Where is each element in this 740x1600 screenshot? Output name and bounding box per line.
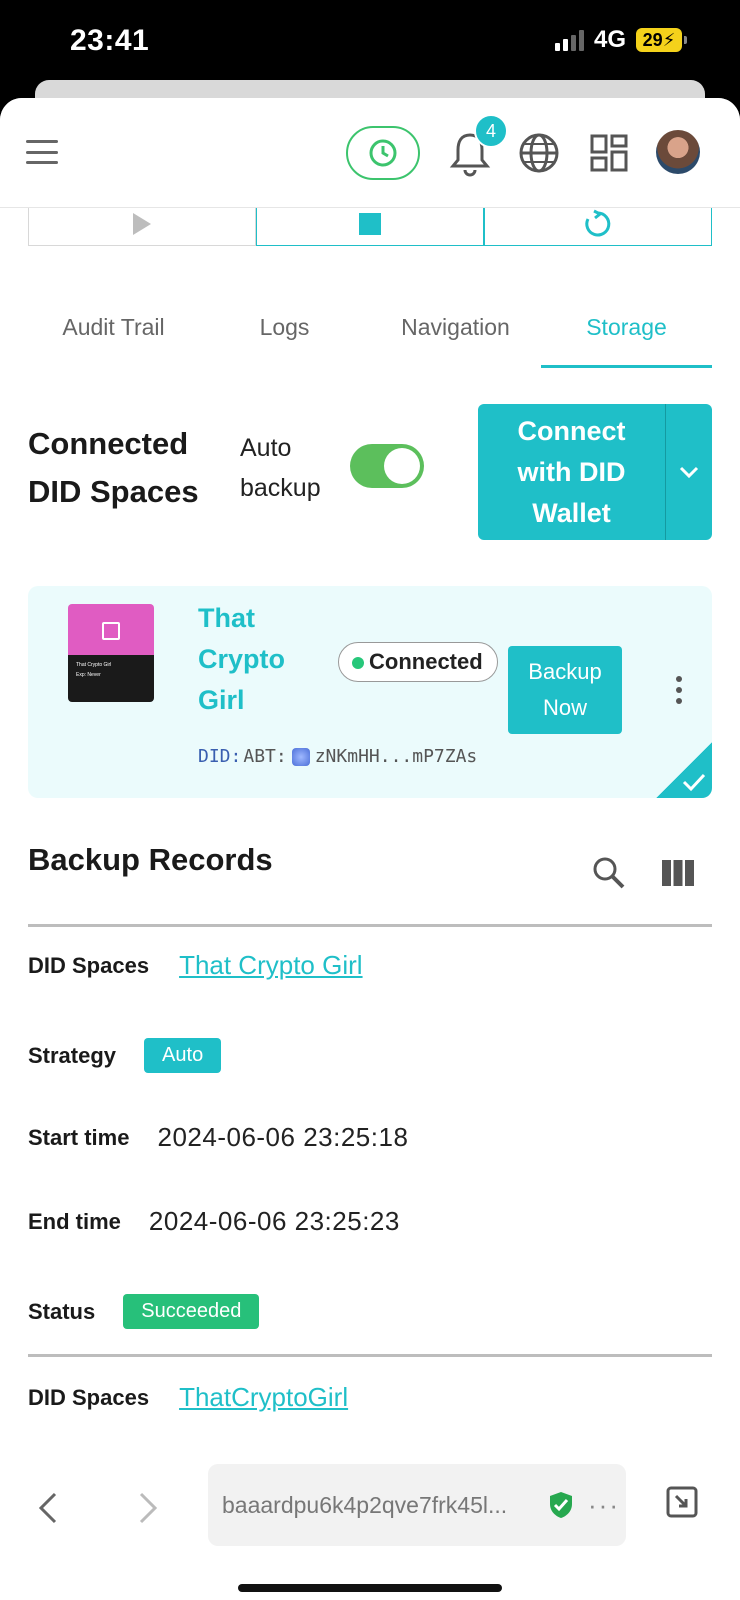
connect-options-dropdown[interactable]: [666, 404, 712, 540]
connect-did-wallet-button: Connect with DID Wallet: [478, 404, 712, 540]
auto-backup-text: Auto backup: [240, 434, 321, 502]
record-row-status: Status Succeeded: [28, 1294, 260, 1329]
chevron-down-icon: [679, 466, 699, 478]
home-indicator[interactable]: [238, 1584, 502, 1592]
stop-button[interactable]: [256, 202, 484, 246]
tab-bar: Audit Trail Logs Navigation Storage: [28, 304, 712, 368]
status-time: 23:41: [70, 24, 150, 57]
browser-toolbar: baaardpu6k4p2qve7frk45l... ···: [0, 1456, 740, 1600]
app-sheet: 4 Audit Trail Logs Navigation Storage Co…: [0, 98, 740, 1600]
notification-badge: 4: [474, 114, 508, 148]
record-row-end-time: End time 2024-06-06 23:25:23: [28, 1206, 400, 1237]
record-row-did-spaces: DID Spaces That Crypto Girl: [28, 950, 363, 981]
did-value: zNKmHH...mP7ZAs: [314, 746, 478, 767]
did-space-card: That Crypto Girl Exp: Never That Crypto …: [28, 586, 712, 798]
history-button[interactable]: [346, 126, 420, 180]
end-time-label: End time: [28, 1208, 121, 1234]
toggle-knob: [384, 448, 420, 484]
globe-icon[interactable]: [518, 132, 560, 174]
tab-storage[interactable]: Storage: [541, 304, 712, 368]
search-icon[interactable]: [592, 856, 626, 890]
status-indicators: 4G 29 ⚡: [554, 26, 687, 54]
apps-grid-icon[interactable]: [590, 134, 628, 172]
view-columns-icon[interactable]: [662, 860, 694, 886]
start-time-label: Start time: [28, 1124, 130, 1150]
more-options-icon[interactable]: [676, 676, 682, 704]
did-spaces-link[interactable]: ThatCryptoGirl: [179, 1382, 348, 1413]
record-row-start-time: Start time 2024-06-06 23:25:18: [28, 1122, 408, 1153]
network-type: 4G: [593, 26, 626, 53]
start-time-value: 2024-06-06 23:25:18: [157, 1122, 409, 1152]
restart-button[interactable]: [484, 202, 712, 246]
back-arrow-icon[interactable]: [38, 1492, 58, 1524]
battery-icon: 29 ⚡: [636, 28, 687, 52]
url-text: baaardpu6k4p2qve7frk45l...: [222, 1491, 508, 1518]
did-spaces-link[interactable]: That Crypto Girl: [179, 950, 363, 981]
check-icon: [682, 773, 706, 792]
tab-logs[interactable]: Logs: [199, 304, 370, 368]
did-spaces-label: DID Spaces: [28, 1384, 150, 1410]
address-bar[interactable]: baaardpu6k4p2qve7frk45l... ···: [208, 1464, 626, 1546]
did-space-logo-icon: [102, 622, 120, 640]
record-divider: [28, 924, 712, 927]
strategy-label: Strategy: [28, 1042, 117, 1068]
connected-did-spaces-heading: Connected DID Spaces: [28, 426, 199, 509]
did-avatar-icon: [291, 747, 310, 766]
record-divider: [28, 1354, 712, 1357]
menu-icon[interactable]: [26, 140, 58, 164]
connect-with-did-wallet[interactable]: Connect with DID Wallet: [478, 404, 666, 540]
end-time-value: 2024-06-06 23:25:23: [148, 1206, 400, 1236]
did-spaces-label: DID Spaces: [28, 952, 150, 978]
backup-now-button[interactable]: Backup Now: [508, 646, 622, 734]
backup-now-label: Backup Now: [528, 659, 602, 720]
tab-navigation[interactable]: Navigation: [370, 304, 541, 368]
verified-shield-icon: [550, 1492, 572, 1518]
selected-corner: [656, 742, 712, 798]
status-label: Status: [28, 1298, 96, 1324]
backup-records-title: Backup Records: [28, 842, 273, 877]
stop-icon: [359, 212, 381, 235]
connection-status-badge: Connected: [338, 642, 498, 682]
thumb-title: That Crypto Girl: [76, 662, 112, 668]
did-type: ABT:: [243, 746, 287, 767]
exit-fullscreen-icon[interactable]: [666, 1486, 698, 1518]
did-space-name[interactable]: That Crypto Girl: [198, 598, 318, 721]
did-address[interactable]: DID: ABT: zNKmHH...mP7ZAs: [198, 746, 477, 767]
record-row-strategy: Strategy Auto: [28, 1038, 222, 1073]
auto-backup-toggle[interactable]: [350, 444, 424, 488]
record-row-did-spaces: DID Spaces ThatCryptoGirl: [28, 1382, 348, 1413]
strategy-badge: Auto: [144, 1038, 222, 1073]
app-bar: 4: [0, 98, 740, 208]
status-badge: Succeeded: [123, 1294, 260, 1329]
play-icon: [133, 212, 151, 235]
url-more-icon[interactable]: ···: [588, 1490, 620, 1521]
restart-icon: [585, 209, 611, 236]
battery-level: 29: [642, 29, 663, 50]
status-bar: 23:41 4G 29 ⚡: [0, 0, 740, 92]
clock-icon: [369, 139, 397, 167]
thumb-exp: Exp: Never: [76, 672, 101, 678]
forward-arrow-icon[interactable]: [138, 1492, 158, 1524]
start-button[interactable]: [28, 202, 256, 246]
signal-icon: [554, 29, 584, 51]
process-controls: [28, 202, 712, 246]
auto-backup-label: Auto backup: [240, 428, 340, 508]
did-prefix: DID:: [198, 746, 242, 767]
did-space-thumbnail: That Crypto Girl Exp: Never: [68, 604, 154, 702]
tab-audit-trail[interactable]: Audit Trail: [28, 304, 199, 368]
avatar[interactable]: [656, 130, 700, 174]
